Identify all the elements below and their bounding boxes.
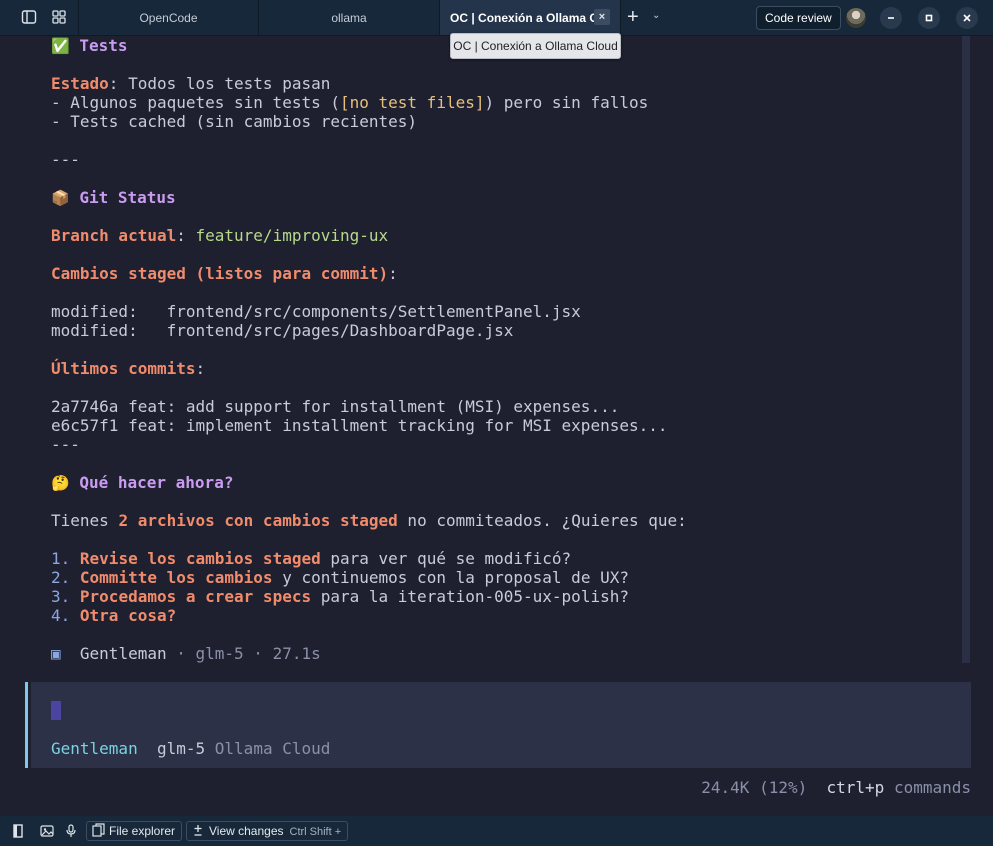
tests-heading: ✅ Tests (51, 36, 128, 55)
check-mark-icon: ✅ (51, 37, 70, 55)
grid-layout-icon[interactable] (50, 8, 68, 26)
tab-close-icon[interactable]: × (594, 9, 610, 25)
scrollbar[interactable] (962, 36, 970, 663)
commits-heading: Últimos commits: (51, 359, 206, 378)
staged-heading: Cambios staged (listos para commit): (51, 264, 398, 283)
diff-icon (192, 823, 204, 842)
microphone-icon[interactable] (63, 823, 79, 839)
panel-icon[interactable] (10, 823, 26, 839)
close-window-icon[interactable] (956, 7, 978, 29)
files-icon (92, 823, 105, 842)
bottom-bar: File explorer View changes Ctrl Shift + (0, 816, 993, 846)
estado-line: Estado: Todos los tests pasan (51, 74, 331, 93)
input-gap (28, 682, 31, 768)
message-footer: ▣ Gentleman · glm-5 · 27.1s (51, 644, 321, 663)
option-item: 4. Otra cosa? (51, 606, 177, 625)
tab-ollama-cloud[interactable]: OC | Conexión a Ollama Cloud × (440, 0, 621, 35)
thinking-face-icon: 🤔 (51, 474, 70, 492)
tab-tooltip: OC | Conexión a Ollama Cloud (450, 33, 621, 59)
separator: --- (51, 150, 80, 169)
tab-label: ollama (331, 10, 367, 25)
provider-name: Ollama Cloud (214, 739, 331, 758)
code-review-button[interactable]: Code review (756, 6, 841, 30)
option-item: 3. Procedamos a crear specs para la iter… (51, 587, 629, 606)
agent-name[interactable]: Gentleman (51, 739, 138, 758)
token-usage: 24.4K (12%) (701, 778, 808, 797)
modified-file: modified: frontend/src/pages/DashboardPa… (51, 321, 514, 340)
title-bar: OpenCode ollama OC | Conexión a Ollama C… (0, 0, 993, 36)
tab-opencode[interactable]: OpenCode (78, 0, 259, 35)
package-icon: 📦 (51, 189, 70, 207)
view-changes-label: View changes (209, 824, 284, 838)
option-item: 1. Revise los cambios staged para ver qu… (51, 549, 572, 568)
tests-bullet: - Algunos paquetes sin tests ([no test f… (51, 93, 649, 112)
image-icon[interactable] (39, 823, 55, 839)
sidebar-toggle-icon[interactable] (20, 8, 38, 26)
git-status-heading: 📦 Git Status (51, 188, 176, 207)
next-steps-heading: 🤔 Qué hacer ahora? (51, 473, 234, 492)
view-changes-button[interactable]: View changes Ctrl Shift + (186, 821, 349, 842)
model-name[interactable]: glm-5 (157, 739, 205, 758)
file-explorer-button[interactable]: File explorer (86, 821, 183, 842)
commit-line: e6c57f1 feat: implement installment trac… (51, 416, 668, 435)
status-line: 24.4K (12%) ctrl+p commands (701, 778, 971, 797)
maximize-icon[interactable] (918, 7, 940, 29)
file-explorer-label: File explorer (109, 824, 176, 838)
option-item: 2. Committe los cambios y continuemos co… (51, 568, 629, 587)
shortcut-label: commands (893, 778, 971, 797)
minimize-icon[interactable] (880, 7, 902, 29)
modified-file: modified: frontend/src/components/Settle… (51, 302, 581, 321)
tests-bullet: - Tests cached (sin cambios recientes) (51, 112, 418, 131)
agent-square-icon: ▣ (51, 644, 61, 663)
shortcut-key: ctrl+p (826, 778, 885, 797)
branch-line: Branch actual: feature/improving-ux (51, 226, 389, 245)
chevron-down-icon[interactable]: ⌄ (652, 10, 660, 21)
separator: --- (51, 435, 80, 454)
tab-label: OpenCode (139, 10, 198, 25)
tab-label: OC | Conexión a Ollama Cloud (450, 10, 600, 25)
tab-ollama[interactable]: ollama (259, 0, 440, 35)
new-tab-button[interactable]: + (627, 7, 639, 27)
text-cursor (51, 701, 61, 720)
commit-line: 2a7746a feat: add support for installmen… (51, 397, 620, 416)
input-model-line: Gentleman glm-5 Ollama Cloud (51, 739, 330, 758)
prompt-input[interactable]: Gentleman glm-5 Ollama Cloud (25, 682, 971, 768)
question-line: Tienes 2 archivos con cambios staged no … (51, 511, 687, 530)
view-changes-shortcut: Ctrl Shift + (289, 826, 342, 838)
avatar[interactable] (846, 8, 866, 28)
